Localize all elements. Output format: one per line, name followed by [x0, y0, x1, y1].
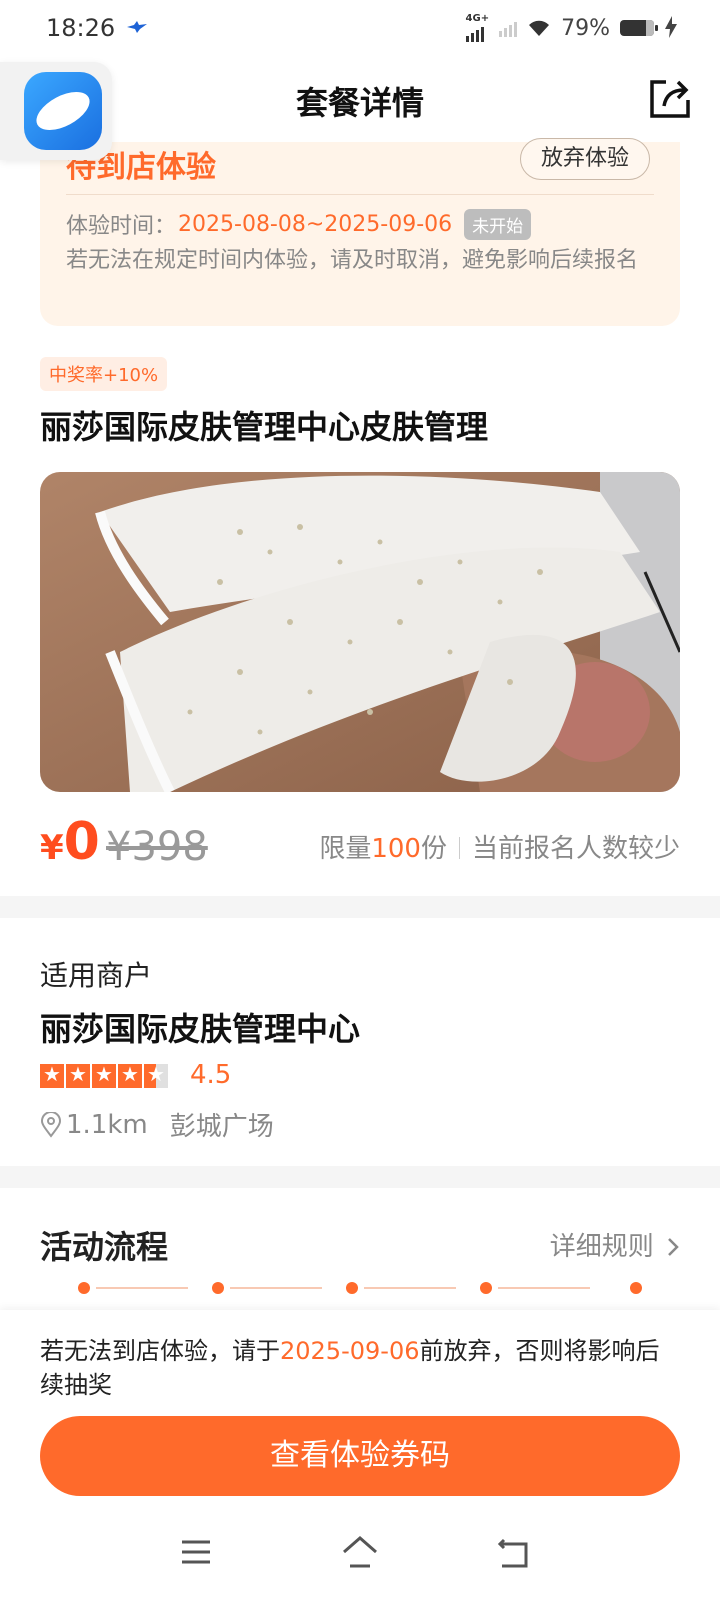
note-date: 2025-09-06: [280, 1337, 420, 1365]
wifi-icon: [529, 20, 550, 36]
system-nav-bar: [0, 1510, 720, 1600]
rating-value: 4.5: [190, 1060, 232, 1090]
note-prefix: 若无法到店体验，请于: [40, 1337, 280, 1365]
network-type: 4G+: [465, 13, 490, 24]
flow-step-dot: [346, 1282, 358, 1294]
bird-notification-icon: [127, 21, 147, 33]
product-title: 丽莎国际皮肤管理中心皮肤管理: [40, 408, 489, 446]
status-indicators: 4G+ 79%: [465, 13, 658, 42]
time-label: 体验时间：: [66, 214, 177, 239]
star-icon: [66, 1062, 90, 1088]
section-divider: [0, 1166, 720, 1188]
flow-step-dot: [78, 1282, 90, 1294]
product-image[interactable]: [40, 472, 680, 792]
price-row: ¥0 ¥398 限量100份 当前报名人数较少: [40, 812, 680, 882]
win-rate-badge: 中奖率+10%: [40, 357, 168, 391]
signup-status: 当前报名人数较少: [471, 834, 680, 864]
limit-count: 100: [371, 834, 421, 864]
view-voucher-code-button[interactable]: 查看体验券码: [40, 1416, 680, 1496]
battery-percent: 79%: [561, 15, 610, 41]
cellular-signal-icon: 4G+: [465, 13, 490, 42]
distance: 1.1km: [66, 1109, 148, 1140]
status-time: 18:26: [46, 14, 116, 42]
time-range: 2025-08-08~2025-09-06: [178, 211, 453, 237]
back-icon[interactable]: [494, 1532, 534, 1572]
chevron-right-icon: [668, 1238, 679, 1256]
limit-prefix: 限量: [319, 834, 372, 864]
location-row[interactable]: 1.1km 彭城广场: [40, 1106, 274, 1143]
app-logo-icon: [24, 72, 102, 150]
flow-step-dot: [630, 1282, 642, 1294]
abandon-button[interactable]: 放弃体验: [520, 138, 650, 180]
price-value: 0: [63, 812, 100, 872]
rating-stars: [40, 1062, 168, 1088]
abandon-deadline-note: 若无法到店体验，请于2025-09-06前放弃，否则将影响后续抽奖: [40, 1334, 680, 1402]
home-icon[interactable]: [340, 1532, 380, 1572]
divider: [66, 194, 654, 195]
experience-status-card: 待到店体验 放弃体验 体验时间： 2025-08-08~2025-09-06 未…: [40, 138, 680, 326]
current-price: ¥0: [40, 812, 100, 872]
flow-step-dot: [480, 1282, 492, 1294]
star-icon: [92, 1062, 116, 1088]
original-price: ¥398: [106, 824, 208, 870]
separator: [458, 837, 460, 859]
business-area: 彭城广场: [169, 1112, 274, 1142]
battery-icon: [620, 20, 658, 36]
flow-title: 活动流程: [40, 1228, 169, 1266]
merchant-name[interactable]: 丽莎国际皮肤管理中心: [40, 1004, 360, 1050]
floating-app-button[interactable]: [0, 62, 112, 160]
menu-icon[interactable]: [176, 1532, 216, 1572]
experience-time-row: 体验时间： 2025-08-08~2025-09-06 未开始: [66, 208, 532, 240]
star-icon: [40, 1062, 64, 1088]
merchant-section-label: 适用商户: [40, 959, 153, 992]
currency-symbol: ¥: [40, 828, 64, 868]
section-divider: [0, 896, 720, 918]
limit-suffix: 份: [420, 834, 447, 864]
status-bar: 18:26 4G+ 79%: [0, 0, 720, 56]
detailed-rules-link[interactable]: 详细规则: [550, 1226, 680, 1263]
limit-info: 限量100份 当前报名人数较少: [319, 828, 680, 865]
star-icon: [118, 1062, 142, 1088]
half-star-icon: [144, 1062, 168, 1088]
product-photo: [40, 472, 680, 792]
charging-icon: [665, 16, 677, 38]
flow-progress: [78, 1282, 642, 1294]
share-icon[interactable]: [648, 76, 692, 120]
location-pin-icon: [40, 1111, 62, 1138]
cellular-signal-2-icon: [499, 19, 518, 37]
rules-label: 详细规则: [549, 1232, 654, 1262]
flow-step-dot: [212, 1282, 224, 1294]
cancel-note: 若无法在规定时间内体验，请及时取消，避免影响后续报名: [66, 248, 639, 273]
status-badge: 未开始: [464, 208, 532, 240]
